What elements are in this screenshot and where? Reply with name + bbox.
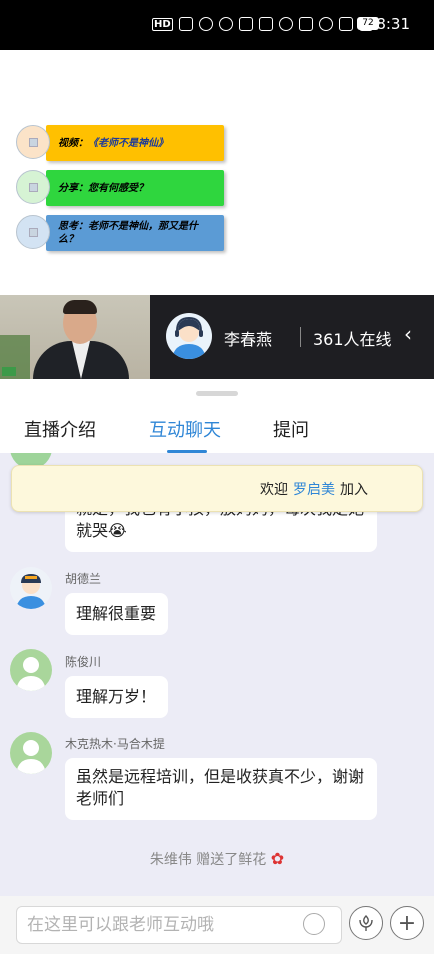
gift-flower-button[interactable] <box>349 906 383 940</box>
presentation-slide: 视频： 《老师不是神仙》 分享：您有何感受？ 思考：老师不是神仙，那又是什么？ <box>0 50 434 295</box>
avatar <box>10 567 52 609</box>
host-avatar[interactable] <box>166 313 212 359</box>
status-bar: HD 72 8:31 <box>0 0 434 50</box>
app-icon-2 <box>258 17 273 31</box>
divider <box>300 327 301 347</box>
gift-text: 朱维伟 赠送了鲜花 <box>149 852 267 868</box>
nfc-icon <box>298 17 313 31</box>
message-bubble: 理解万岁！ <box>65 676 168 718</box>
host-name: 李春燕 <box>224 330 273 349</box>
app-icon <box>238 17 253 31</box>
sender-name: 胡德兰 <box>65 572 102 586</box>
slide-bullet-icon <box>16 215 50 249</box>
slide-bullet-icon <box>16 125 50 159</box>
welcome-banner: 欢迎 罗启美 加入 <box>11 465 423 512</box>
clock: 8:31 <box>376 15 410 33</box>
message-bubble: 虽然是远程培训，但是收获真不少，谢谢老师们 <box>65 758 377 820</box>
add-button[interactable]: + <box>390 906 424 940</box>
welcome-user: 罗启美 <box>293 481 335 498</box>
drag-handle[interactable] <box>196 391 238 396</box>
sender-name: 陈俊川 <box>65 655 102 669</box>
slide-bullet-icon <box>16 170 50 204</box>
qq-icon <box>218 17 233 31</box>
welcome-suffix: 加入 <box>340 481 368 498</box>
gift-notice: 朱维伟 赠送了鲜花 ✿ <box>0 849 434 869</box>
online-count: 361人在线 <box>313 330 392 349</box>
welcome-prefix: 欢迎 <box>260 481 288 498</box>
wifi-icon <box>278 17 293 31</box>
chat-area[interactable]: 就是，我也有小孩，放妈妈，每次我走她就哭😭 胡德兰 理解很重要 陈俊川 理解万岁… <box>0 453 434 896</box>
tab-live-intro[interactable]: 直播介绍 <box>24 416 96 442</box>
sender-name: 木克热木·马合木提 <box>65 737 165 751</box>
tab-questions[interactable]: 提问 <box>273 416 309 442</box>
chat-input[interactable]: 在这里可以跟老师互动哦 <box>16 906 342 944</box>
teacher-video[interactable] <box>0 295 150 379</box>
rose-icon: ✿ <box>270 849 285 868</box>
signal-icon <box>178 17 193 31</box>
chevron-left-icon[interactable]: ‹ <box>404 322 412 346</box>
slide-bar: 视频： 《老师不是神仙》 <box>46 125 224 161</box>
hd-icon: HD <box>152 17 173 31</box>
bluetooth-icon <box>338 17 353 31</box>
slide-label: 思考：老师不是神仙，那又是什么？ <box>58 221 198 245</box>
flower-icon <box>359 915 373 931</box>
emoji-icon[interactable] <box>303 913 325 935</box>
status-icons: HD <box>152 17 373 31</box>
slide-label: 视频： <box>58 137 88 149</box>
avatar <box>10 732 52 774</box>
message-bubble: 理解很重要 <box>65 593 168 635</box>
notification-icon <box>198 17 213 31</box>
slide-bar: 思考：老师不是神仙，那又是什么？ <box>46 215 224 251</box>
tab-interactive-chat[interactable]: 互动聊天 <box>149 416 221 442</box>
live-info-bar: 李春燕 361人在线 ‹ <box>0 295 434 379</box>
alarm-icon <box>318 17 333 31</box>
slide-label: 分享：您有何感受？ <box>58 182 148 194</box>
slide-bar: 分享：您有何感受？ <box>46 170 224 206</box>
input-bar: 在这里可以跟老师互动哦 + <box>0 896 434 954</box>
avatar <box>10 649 52 691</box>
video-logo <box>2 367 17 376</box>
slide-emph: 《老师不是神仙》 <box>88 137 168 149</box>
